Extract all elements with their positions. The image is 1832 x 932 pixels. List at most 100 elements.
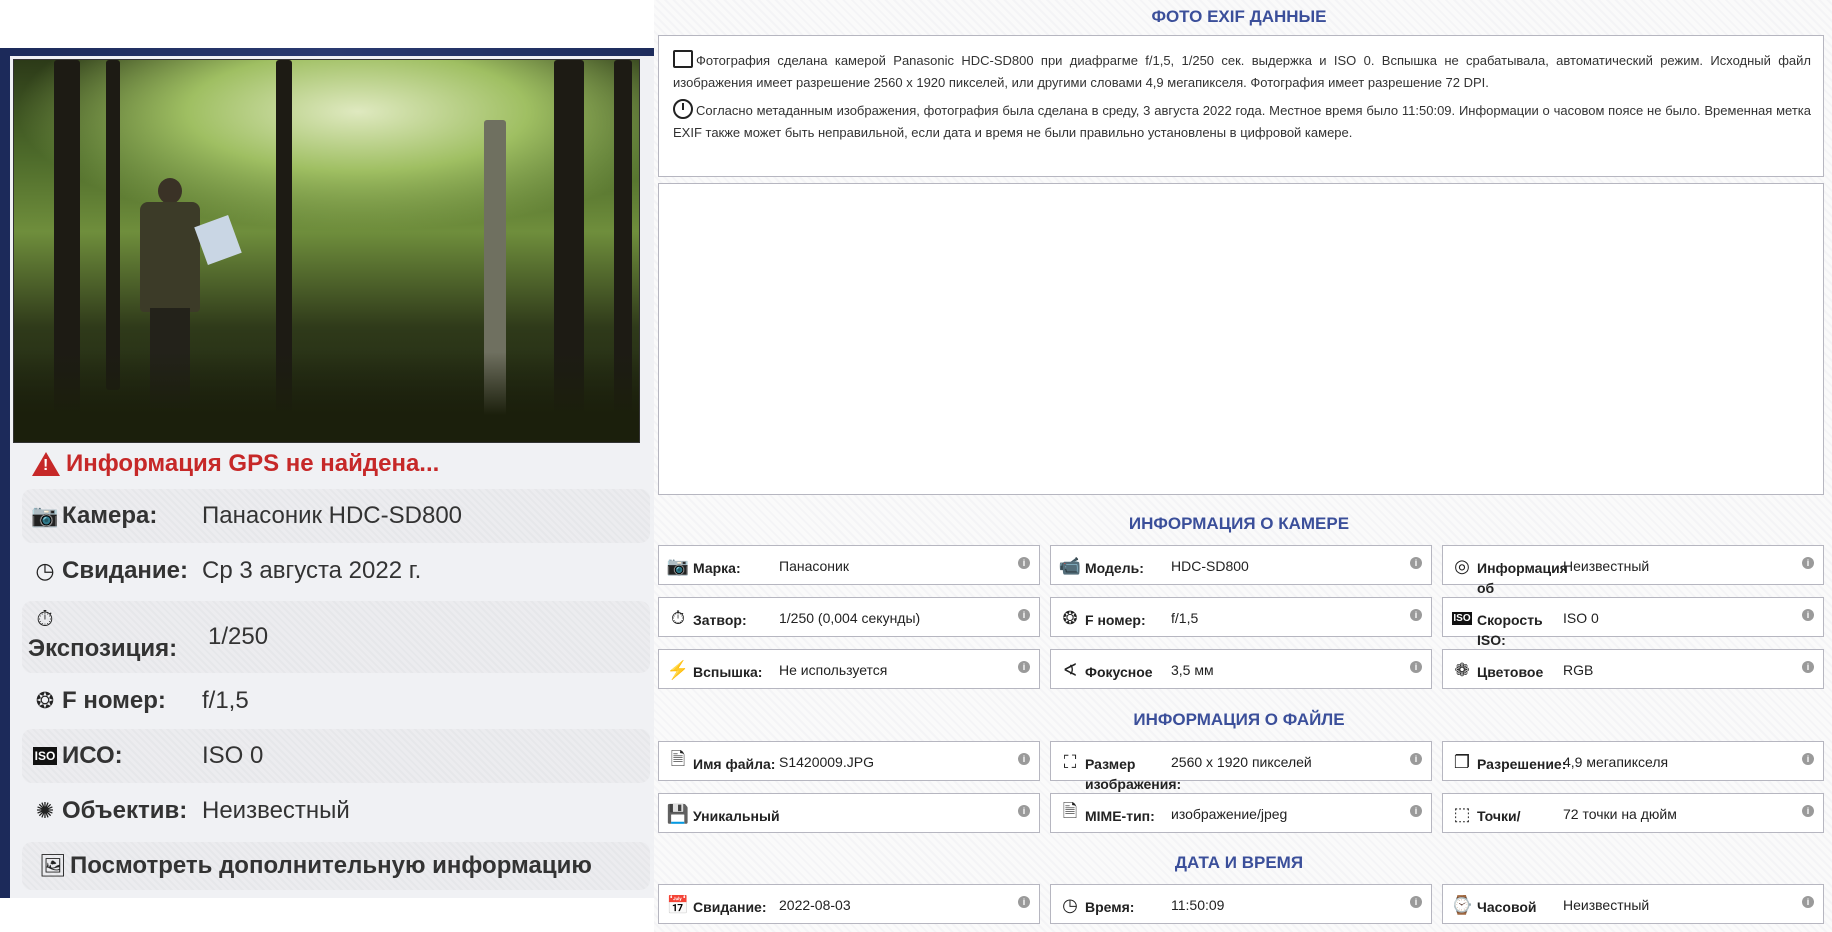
- clock-icon: ◷: [1062, 894, 1078, 915]
- exif-details-panel: ФОТО EXIF ДАННЫЕ Фотография сделана каме…: [654, 0, 1832, 932]
- row-label: Объектив:: [62, 797, 188, 824]
- field-value: f/1,5: [1171, 610, 1199, 626]
- field-value: 2022-08-03: [779, 897, 851, 913]
- file-field: ⛶ Размер изображения: 2560 x 1920 пикселей…: [1050, 741, 1432, 792]
- info-icon[interactable]: i: [1410, 661, 1422, 673]
- field-label: Вспышка:: [693, 664, 763, 680]
- row-value: Ср 3 августа 2022 г.: [202, 557, 422, 584]
- field-value: 2560 x 1920 пикселей: [1171, 754, 1312, 770]
- file-field: ❐ Разрешение: 4,9 мегапикселя i: [1442, 741, 1824, 781]
- info-icon[interactable]: i: [1018, 805, 1030, 817]
- timer-icon: ⏱: [36, 606, 54, 631]
- more-info-button[interactable]: 🖼 Посмотреть дополнительную информацию: [22, 842, 650, 890]
- row-value: ISO 0: [202, 742, 264, 769]
- row-label: ИСО:: [62, 742, 123, 769]
- field-label: Время:: [1085, 899, 1135, 915]
- datetime-field: ⌚ Часовой Неизвестный i: [1442, 884, 1824, 924]
- row-label: Свидание:: [62, 557, 189, 584]
- exif-title: ФОТО EXIF ДАННЫЕ: [1151, 7, 1327, 26]
- field-label: Имя файла:: [693, 756, 776, 772]
- lens-icon: ✺: [35, 798, 55, 823]
- file-field: 💾 Уникальный i: [658, 793, 1040, 833]
- row-iso: ISO ИСО: ISO 0: [22, 729, 650, 783]
- warning-icon: [32, 452, 60, 476]
- aperture-icon: ❂: [35, 688, 55, 713]
- field-value: ISO 0: [1563, 610, 1599, 626]
- field-label: Скорость ISO:: [1477, 612, 1543, 648]
- iso-icon: ISO: [32, 747, 58, 765]
- info-icon[interactable]: i: [1802, 753, 1814, 765]
- row-value: Неизвестный: [202, 797, 350, 824]
- field-value: HDC-SD800: [1171, 558, 1249, 574]
- info-icon[interactable]: i: [1410, 805, 1422, 817]
- info-icon[interactable]: i: [1018, 661, 1030, 673]
- field-label: Часовой: [1477, 899, 1537, 915]
- info-icon[interactable]: i: [1018, 896, 1030, 908]
- info-icon[interactable]: i: [1802, 896, 1814, 908]
- clock-icon: [673, 99, 693, 119]
- field-label: Точки/: [1477, 808, 1521, 824]
- field-label: Марка:: [693, 560, 741, 576]
- camera-field: ◎ Информация об Неизвестный i: [1442, 545, 1824, 596]
- timezone-icon: ⌚: [1450, 894, 1474, 915]
- field-label: Размер изображения:: [1085, 756, 1182, 792]
- info-icon[interactable]: i: [1410, 557, 1422, 569]
- file-field: 🗎 Имя файла: S1420009.JPG i: [658, 741, 1040, 781]
- camera-section-title: ИНФОРМАЦИЯ О КАМЕРЕ: [1128, 514, 1350, 533]
- iso-icon: ISO: [1452, 611, 1472, 625]
- camera-icon: 📷: [31, 503, 59, 528]
- field-label: Затвор:: [693, 612, 747, 628]
- photo-thumbnail[interactable]: [13, 59, 640, 443]
- file-section-title: ИНФОРМАЦИЯ О ФАЙЛЕ: [1133, 710, 1345, 729]
- field-label: Свидание:: [693, 899, 767, 915]
- camera-field: ISO Скорость ISO: ISO 0 i: [1442, 597, 1824, 648]
- field-value: 1/250 (0,004 секунды): [779, 610, 921, 626]
- exif-time-text: Согласно метаданным изображения, фотогра…: [673, 103, 1811, 140]
- camera-field: ❁ Цветовое RGB i: [1442, 649, 1824, 689]
- field-label: Информация об: [1477, 560, 1568, 596]
- photo-icon: [673, 50, 693, 68]
- field-label: Уникальный: [693, 808, 780, 824]
- exif-summary-text: Фотография сделана камерой Panasonic HDC…: [673, 53, 1811, 90]
- info-icon[interactable]: i: [1802, 557, 1814, 569]
- resolution-icon: ❐: [1453, 751, 1471, 772]
- map-area: [658, 183, 1824, 495]
- gps-warning: Информация GPS не найдена...: [32, 450, 439, 478]
- row-exposure: ⏱ Экспозиция: 1/250: [22, 601, 650, 673]
- clock-icon: ◷: [35, 558, 55, 583]
- save-icon: 💾: [666, 803, 690, 824]
- row-camera: 📷 Камера: Панасоник HDC-SD800: [22, 489, 650, 543]
- row-label: Экспозиция:: [28, 635, 178, 662]
- image-size-icon: ⛶: [1063, 751, 1077, 772]
- info-icon[interactable]: i: [1802, 609, 1814, 621]
- camera-body-icon: 📹: [1058, 555, 1082, 576]
- aperture-icon: ❂: [1062, 607, 1078, 628]
- camera-field: ⏱ Затвор: 1/250 (0,004 секунды) i: [658, 597, 1040, 637]
- datetime-section-title: ДАТА И ВРЕМЯ: [1174, 853, 1304, 872]
- field-label: Разрешение:: [1477, 756, 1567, 772]
- gps-warning-text: Информация GPS не найдена...: [66, 450, 440, 477]
- field-value: 3,5 мм: [1171, 662, 1214, 678]
- more-info-label: Посмотреть дополнительную информацию: [70, 852, 592, 879]
- camera-field: ∢ Фокусное 3,5 мм i: [1050, 649, 1432, 689]
- datetime-field: ◷ Время: 11:50:09 i: [1050, 884, 1432, 924]
- info-icon[interactable]: i: [1802, 805, 1814, 817]
- field-label: Цветовое: [1477, 664, 1544, 680]
- image-icon: 🖼: [39, 853, 67, 878]
- camera-field: ❂ F номер: f/1,5 i: [1050, 597, 1432, 637]
- dpi-icon: ⬚: [1453, 803, 1471, 824]
- field-value: 4,9 мегапикселя: [1563, 754, 1669, 770]
- info-icon[interactable]: i: [1802, 661, 1814, 673]
- info-icon[interactable]: i: [1018, 609, 1030, 621]
- flash-icon: ⚡: [666, 659, 690, 680]
- info-icon[interactable]: i: [1018, 557, 1030, 569]
- field-value: Неизвестный: [1563, 558, 1650, 574]
- info-icon[interactable]: i: [1410, 896, 1422, 908]
- lens-info-icon: ◎: [1454, 555, 1470, 576]
- row-fnumber: ❂ F номер: f/1,5: [22, 674, 650, 728]
- info-icon[interactable]: i: [1410, 609, 1422, 621]
- field-value: RGB: [1563, 662, 1594, 678]
- info-icon[interactable]: i: [1018, 753, 1030, 765]
- info-icon[interactable]: i: [1410, 753, 1422, 765]
- color-icon: ❁: [1454, 659, 1470, 680]
